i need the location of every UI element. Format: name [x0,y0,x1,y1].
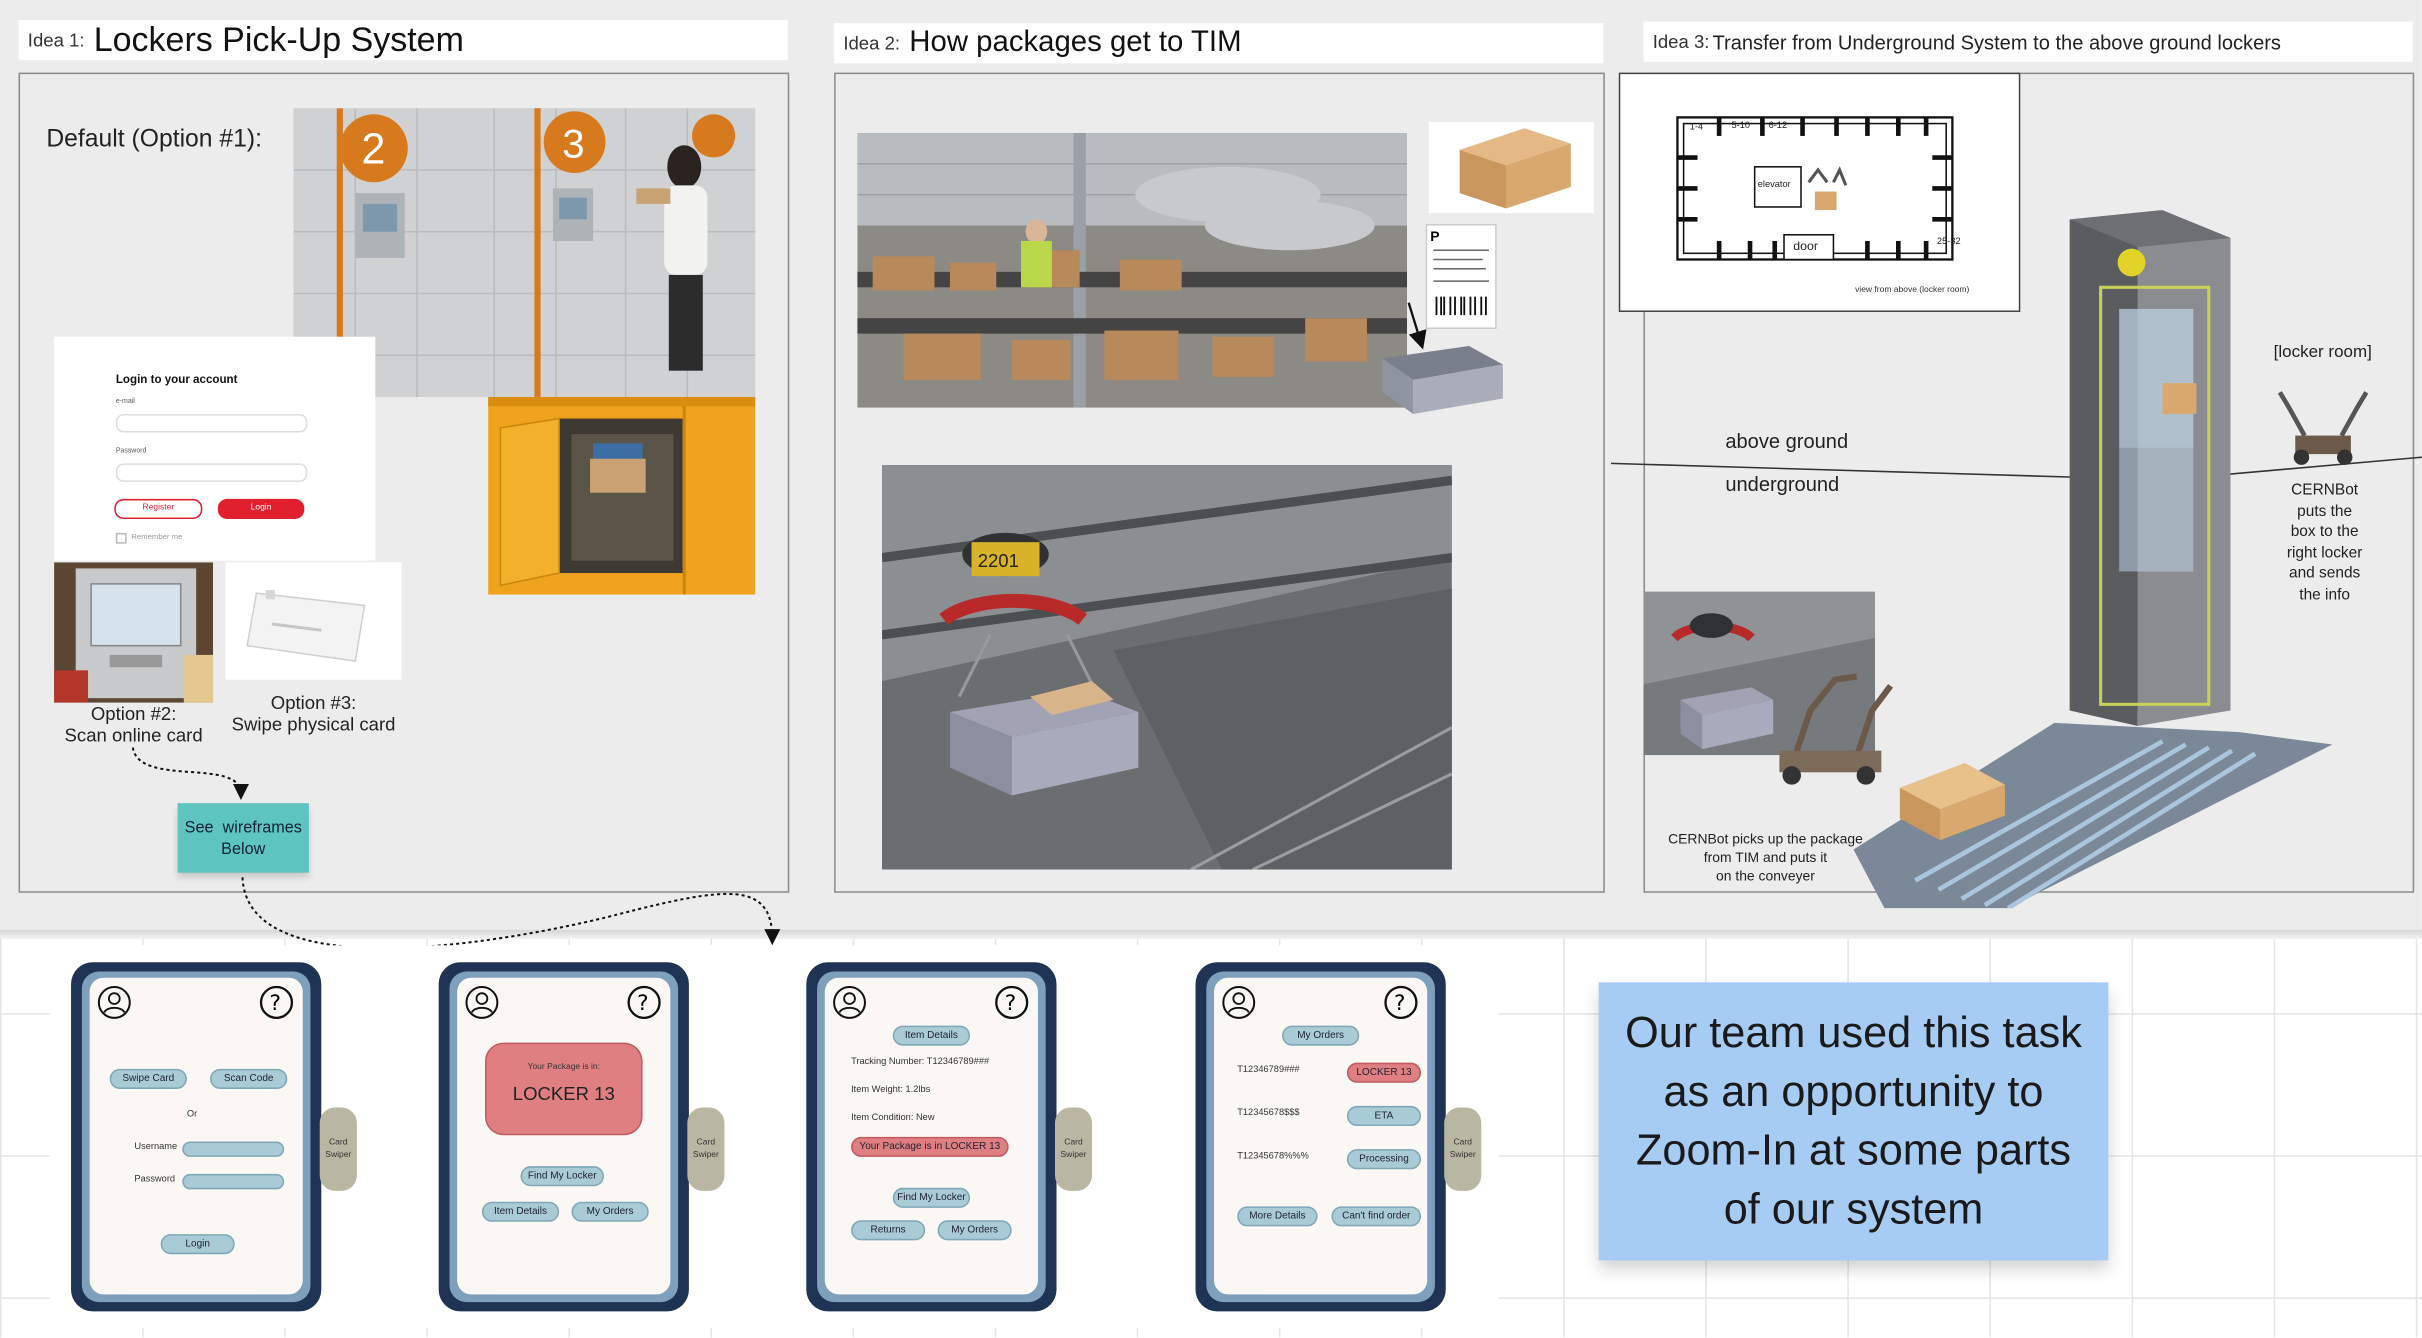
team-sticky-note[interactable]: Our team used this task as an opportunit… [1598,982,2109,1261]
card-swiper-1[interactable]: Card Swiper [319,1107,357,1191]
help-question-icon[interactable]: ? [995,985,1029,1020]
locker-assignment-card: Your Package is in: LOCKER 13 [485,1042,643,1136]
option-to-note-arrow [131,747,249,800]
order-status-locker[interactable]: LOCKER 13 [1346,1062,1422,1083]
item-weight-text: Item Weight: 1.2lbs [851,1085,931,1096]
item-condition-text: Item Condition: New [851,1113,935,1123]
tim-carrier-photo: 2201 [881,464,1452,870]
order-id-2: T12345678$$$ [1237,1109,1300,1119]
grey-bin-image [1382,345,1503,414]
password-input[interactable] [182,1173,285,1190]
plan-elevator-label: elevator [1757,180,1791,190]
svg-text:P: P [1430,228,1439,244]
locker-alert-pill: Your Package is in LOCKER 13 [851,1136,1009,1157]
cernbot-robot-right [2277,391,2369,465]
plan-label-6-12: 6-12 [1768,122,1788,132]
order-status-eta[interactable]: ETA [1346,1105,1422,1127]
help-question-icon[interactable]: ? [627,985,661,1020]
my-orders-header-pill: My Orders [1282,1025,1360,1046]
find-my-locker-button[interactable]: Find My Locker [892,1187,971,1208]
cant-find-order-button[interactable]: Can't find order [1331,1206,1422,1227]
my-orders-button[interactable]: My Orders [937,1220,1012,1241]
note-to-wireframes-arrow [241,877,781,950]
wireframe-login-button[interactable]: Login [160,1234,235,1255]
my-orders-button[interactable]: My Orders [571,1201,649,1222]
underground-label: underground [1725,472,1840,496]
more-details-button[interactable]: More Details [1237,1206,1318,1227]
wireframe-locker-phone: ? Your Package is in: LOCKER 13 Find My … [438,962,689,1312]
wireframe-item-details-phone: ? Item Details Tracking Number: T1234678… [806,962,1057,1312]
password-label: Password [134,1175,176,1185]
returns-button[interactable]: Returns [851,1220,926,1241]
cardboard-box-image [1428,122,1595,214]
card-swiper-3[interactable]: Card Swiper [1054,1107,1093,1191]
plan-door-label: door [1793,239,1819,254]
svg-text:?: ? [270,991,281,1016]
carrier-number-text: 2201 [978,550,1019,571]
svg-text:?: ? [1394,991,1405,1016]
user-profile-icon[interactable] [465,985,499,1019]
plan-label-5-10: 5-10 [1731,122,1751,132]
cernbot-left-caption: CERNBot picks up the package from TIM an… [1668,830,1863,884]
locker-room-label: [locker room] [2273,342,2372,362]
card-swiper-2[interactable]: Card Swiper [687,1107,725,1191]
help-question-icon[interactable]: ? [1384,985,1418,1020]
svg-text:?: ? [1005,991,1016,1016]
cernbot-right-caption: CERNBot puts the box to the right locker… [2286,481,2363,604]
wireframe-my-orders-phone: ? My Orders T12346789### LOCKER 13 T1234… [1195,962,1446,1312]
find-my-locker-button[interactable]: Find My Locker [520,1166,604,1187]
wireframe-login-phone: ? Swipe Card Scan Code Or Username Passw… [71,962,322,1312]
item-details-button[interactable]: Item Details [481,1201,560,1222]
username-input[interactable] [182,1141,285,1157]
order-id-1: T12346789### [1237,1065,1300,1076]
box-to-bin-arrow [1407,302,1427,350]
shipping-label-image: P [1425,223,1497,329]
tracking-number-text: Tracking Number: T12346789### [851,1058,990,1068]
help-question-icon[interactable]: ? [259,985,294,1020]
locker-number-text: LOCKER 13 [512,1082,615,1105]
plan-label-1-4: 1-4 [1689,123,1704,133]
order-id-3: T12345678%%% [1237,1152,1309,1162]
user-profile-icon[interactable] [97,985,131,1019]
user-profile-icon[interactable] [833,985,867,1019]
cernbot-robot-left [1779,673,1894,785]
above-ground-label: above ground [1725,429,1849,453]
package-location-text: Your Package is in: [527,1062,600,1072]
item-details-header-pill: Item Details [892,1025,971,1046]
scan-code-button[interactable]: Scan Code [210,1068,288,1089]
or-divider-text: Or [186,1110,198,1120]
swipe-card-button[interactable]: Swipe Card [109,1068,187,1089]
warehouse-photo [857,132,1408,408]
card-swiper-4[interactable]: Card Swiper [1444,1107,1482,1191]
user-profile-icon[interactable] [1222,985,1256,1019]
username-label: Username [134,1143,178,1153]
svg-text:?: ? [637,991,648,1016]
order-status-processing[interactable]: Processing [1346,1149,1422,1170]
